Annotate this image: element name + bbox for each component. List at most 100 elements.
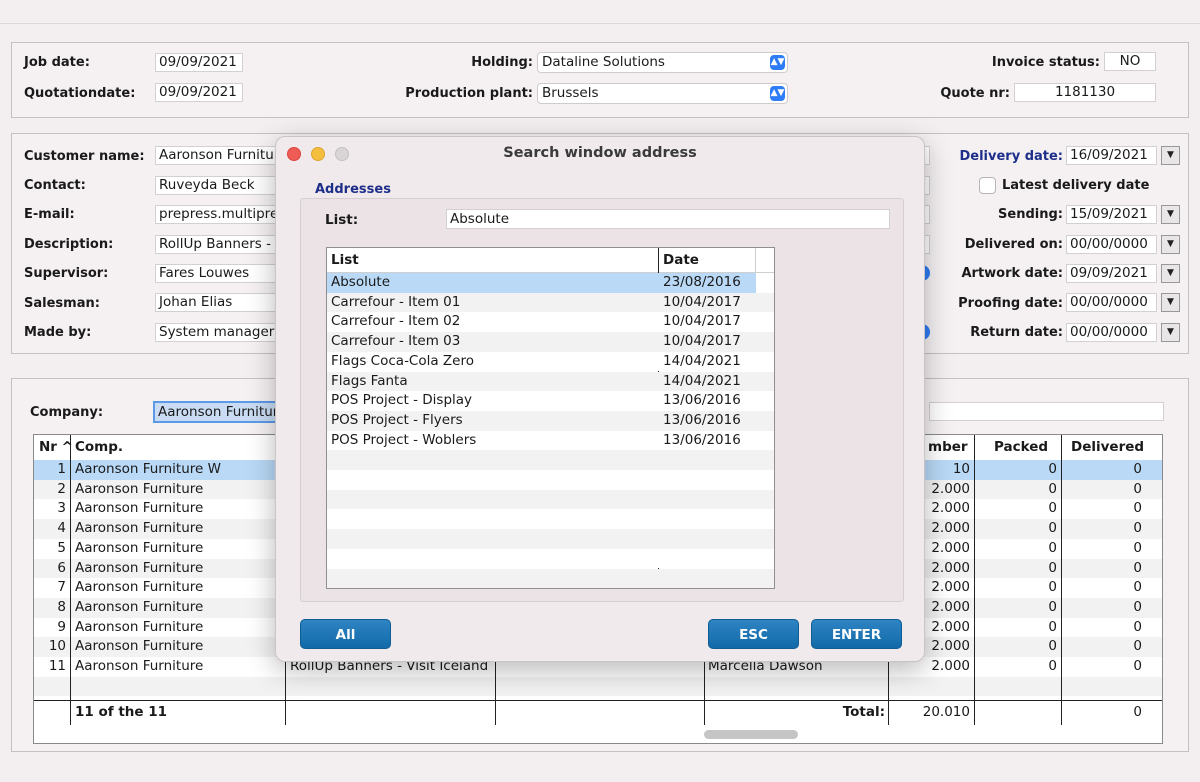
proofing-date-field[interactable]: 00/00/0000 — [1066, 293, 1157, 312]
row-nr: 1 — [57, 461, 66, 477]
row-comp: Aaronson Furniture — [75, 618, 204, 635]
list-column-header[interactable]: List — [331, 252, 359, 268]
sort-ascending-icon: ^ — [61, 439, 73, 455]
address-date: 14/04/2021 — [663, 372, 741, 389]
production-plant-select[interactable]: Brussels ▲▼ — [537, 83, 788, 104]
company-field[interactable]: Aaronson Furnitur — [153, 401, 280, 423]
address-date: 13/06/2016 — [663, 431, 741, 448]
company-label: Company: — [30, 405, 104, 420]
invoice-status-field[interactable]: NO — [1104, 52, 1156, 71]
address-list-item[interactable]: POS Project - Woblers 13/06/2016 — [327, 430, 774, 451]
triangle-down-icon: ▼ — [1167, 239, 1174, 249]
latest-delivery-checkbox[interactable] — [979, 177, 996, 194]
address-list-empty-row — [327, 489, 774, 510]
row-delivered: 0 — [1133, 598, 1142, 615]
holding-label: Holding: — [471, 55, 533, 70]
row-comp: Aaronson Furniture — [75, 598, 204, 615]
delivered-on-field[interactable]: 00/00/0000 — [1066, 235, 1157, 254]
job-date-field[interactable]: 09/09/2021 — [155, 53, 243, 72]
row-nr: 2 — [57, 480, 66, 497]
address-list-item[interactable]: Absolute 23/08/2016 — [327, 273, 756, 293]
supervisor-field[interactable]: Fares Louwes — [155, 264, 280, 283]
chevron-updown-icon: ▲▼ — [770, 86, 785, 101]
row-nr: 11 — [48, 658, 66, 674]
address-list-empty-row — [327, 568, 774, 589]
top-divider — [0, 23, 1200, 24]
address-list-item[interactable]: POS Project - Flyers 13/06/2016 — [327, 410, 774, 431]
delivery-date-dropdown[interactable]: ▼ — [1161, 146, 1180, 165]
address-list-item[interactable]: Flags Coca-Cola Zero 14/04/2021 — [327, 351, 774, 372]
salesman-label: Salesman: — [24, 296, 100, 311]
esc-button[interactable]: ESC — [708, 619, 799, 649]
footer-delivered: 0 — [1133, 704, 1142, 720]
all-button[interactable]: All — [300, 619, 391, 649]
customer-name-field[interactable]: Aaronson Furnitur — [155, 146, 280, 165]
address-list-item[interactable]: Carrefour - Item 03 10/04/2017 — [327, 332, 774, 352]
row-nr: 10 — [48, 638, 66, 655]
scroll-column-divider — [755, 248, 756, 272]
company-secondary-field[interactable] — [929, 402, 1164, 421]
row-nr: 8 — [57, 598, 66, 615]
address-name: Absolute — [331, 274, 391, 290]
production-plant-label: Production plant: — [405, 86, 533, 101]
contact-field[interactable]: Ruveyda Beck — [155, 176, 280, 195]
quote-nr-field[interactable]: 1181130 — [1014, 83, 1156, 102]
proofing-date-dropdown[interactable]: ▼ — [1161, 293, 1180, 312]
column-divider — [1061, 435, 1062, 725]
invoice-status-label: Invoice status: — [991, 55, 1100, 70]
column-header-nr[interactable]: Nr ^ — [39, 435, 73, 460]
row-nr: 7 — [57, 579, 66, 596]
row-delivered: 0 — [1133, 579, 1142, 596]
row-packed: 0 — [1048, 539, 1057, 556]
chevron-updown-icon: ▲▼ — [770, 55, 785, 70]
address-list-item[interactable]: Carrefour - Item 02 10/04/2017 — [327, 312, 774, 333]
address-name: Carrefour - Item 01 — [331, 293, 461, 310]
proofing-date-label: Proofing date: — [958, 296, 1063, 311]
column-header-packed[interactable]: Packed — [994, 435, 1048, 460]
column-divider — [704, 660, 705, 725]
quotation-date-field[interactable]: 09/09/2021 — [155, 83, 243, 102]
holding-select[interactable]: Dataline Solutions ▲▼ — [537, 52, 788, 73]
artwork-date-dropdown[interactable]: ▼ — [1161, 264, 1180, 283]
sending-dropdown[interactable]: ▼ — [1161, 205, 1180, 224]
row-delivered: 0 — [1133, 520, 1142, 537]
column-header-delivered[interactable]: Delivered — [1071, 435, 1144, 460]
row-nr: 5 — [57, 539, 66, 556]
address-list-empty-row — [327, 450, 774, 470]
row-packed: 0 — [1048, 500, 1057, 517]
address-list-item[interactable]: Carrefour - Item 01 10/04/2017 — [327, 292, 774, 313]
column-divider — [495, 660, 496, 725]
row-nr: 4 — [57, 520, 66, 537]
row-packed: 0 — [1048, 638, 1057, 655]
column-header-comp[interactable]: Comp. — [75, 435, 123, 460]
footer-total-label: Total: — [842, 704, 885, 720]
address-list-item[interactable]: Flags Fanta 14/04/2021 — [327, 371, 774, 392]
list-filter-input[interactable]: Absolute — [446, 209, 890, 229]
address-date: 10/04/2017 — [663, 313, 741, 330]
return-date-field[interactable]: 00/00/0000 — [1066, 323, 1157, 342]
row-nr: 9 — [57, 618, 66, 635]
address-date: 10/04/2017 — [663, 333, 741, 350]
description-field[interactable]: RollUp Banners - V — [155, 235, 280, 254]
sending-field[interactable]: 15/09/2021 — [1066, 205, 1157, 224]
horizontal-scrollbar[interactable] — [704, 730, 798, 739]
row-nr: 3 — [57, 500, 66, 517]
date-column-header[interactable]: Date — [663, 252, 699, 268]
return-date-dropdown[interactable]: ▼ — [1161, 323, 1180, 342]
column-header-number[interactable]: mber — [928, 435, 968, 460]
delivery-date-field[interactable]: 16/09/2021 — [1066, 146, 1157, 165]
artwork-date-field[interactable]: 09/09/2021 — [1066, 264, 1157, 283]
enter-button[interactable]: ENTER — [811, 619, 902, 649]
list-filter-label: List: — [325, 212, 359, 228]
delivered-on-dropdown[interactable]: ▼ — [1161, 235, 1180, 254]
triangle-down-icon: ▼ — [1167, 209, 1174, 219]
address-date: 10/04/2017 — [663, 293, 741, 310]
salesman-field[interactable]: Johan Elias — [155, 293, 280, 312]
email-field[interactable]: prepress.multipre — [155, 205, 280, 224]
delivered-on-label: Delivered on: — [964, 237, 1063, 252]
address-list-item[interactable]: POS Project - Display 13/06/2016 — [327, 391, 774, 411]
production-plant-value: Brussels — [542, 85, 599, 101]
address-name: POS Project - Display — [331, 392, 473, 409]
made-by-field[interactable]: System manager — [155, 323, 280, 342]
address-list-table: List Date Absolute 23/08/2016 Carrefour - … — [326, 247, 775, 589]
